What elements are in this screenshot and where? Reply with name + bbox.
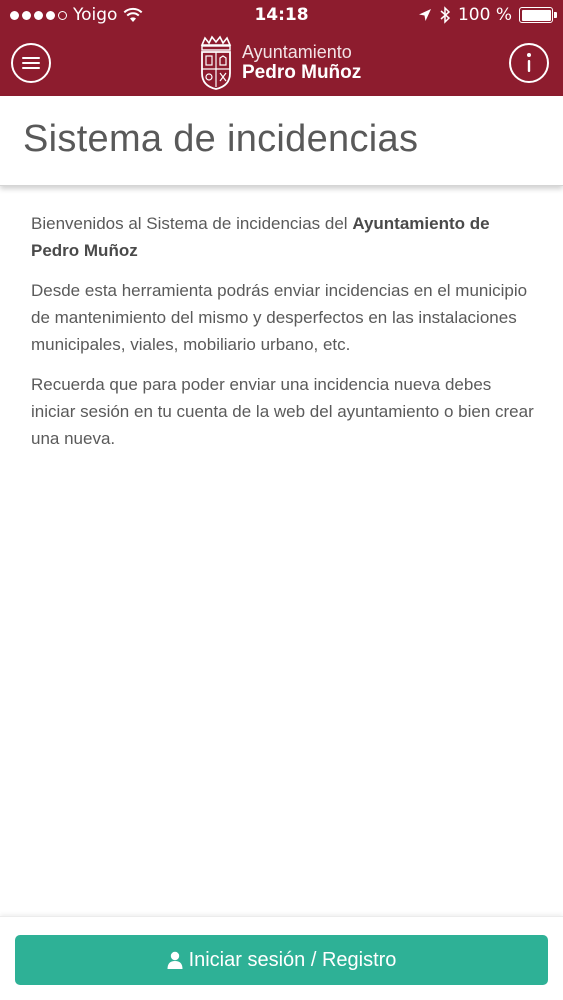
location-arrow-icon: [418, 9, 431, 21]
app-header: Yoigo 14:18 100 % Ayuntamiento Pedro Muñ…: [0, 0, 563, 96]
login-button-label: Iniciar sesión / Registro: [188, 948, 397, 971]
battery-percent: 100 %: [457, 5, 512, 25]
bluetooth-icon: [440, 6, 451, 24]
brand-line2: Pedro Muñoz: [242, 62, 362, 84]
brand-line1: Ayuntamiento: [242, 41, 352, 62]
page-title-bar: Sistema de incidencias: [0, 96, 563, 186]
bottom-bar: Iniciar sesión / Registro: [0, 916, 563, 1000]
hamburger-menu-icon: [22, 57, 40, 69]
menu-button[interactable]: [11, 43, 51, 83]
info-button[interactable]: [509, 43, 549, 83]
intro-paragraph: Bienvenidos al Sistema de incidencias de…: [31, 210, 536, 264]
brand[interactable]: Ayuntamiento Pedro Muñoz: [198, 35, 361, 91]
login-notice-paragraph: Recuerda que para poder enviar una incid…: [31, 375, 534, 448]
nav-bar: Ayuntamiento Pedro Muñoz: [0, 30, 563, 96]
status-bar: Yoigo 14:18 100 %: [0, 0, 563, 32]
intro-text: Bienvenidos al Sistema de incidencias de…: [31, 214, 353, 233]
description-paragraph: Desde esta herramienta podrás enviar inc…: [31, 281, 528, 354]
page-title: Sistema de incidencias: [23, 118, 419, 160]
login-register-button[interactable]: Iniciar sesión / Registro: [15, 935, 548, 985]
battery-icon: [519, 7, 557, 23]
user-icon: [167, 951, 183, 969]
main-content: Bienvenidos al Sistema de incidencias de…: [31, 210, 536, 465]
battery-level: [521, 9, 551, 21]
coat-of-arms-logo: [200, 35, 232, 90]
info-icon: [527, 53, 531, 72]
status-right: 100 %: [418, 5, 557, 25]
brand-text: Ayuntamiento Pedro Muñoz: [242, 42, 361, 85]
